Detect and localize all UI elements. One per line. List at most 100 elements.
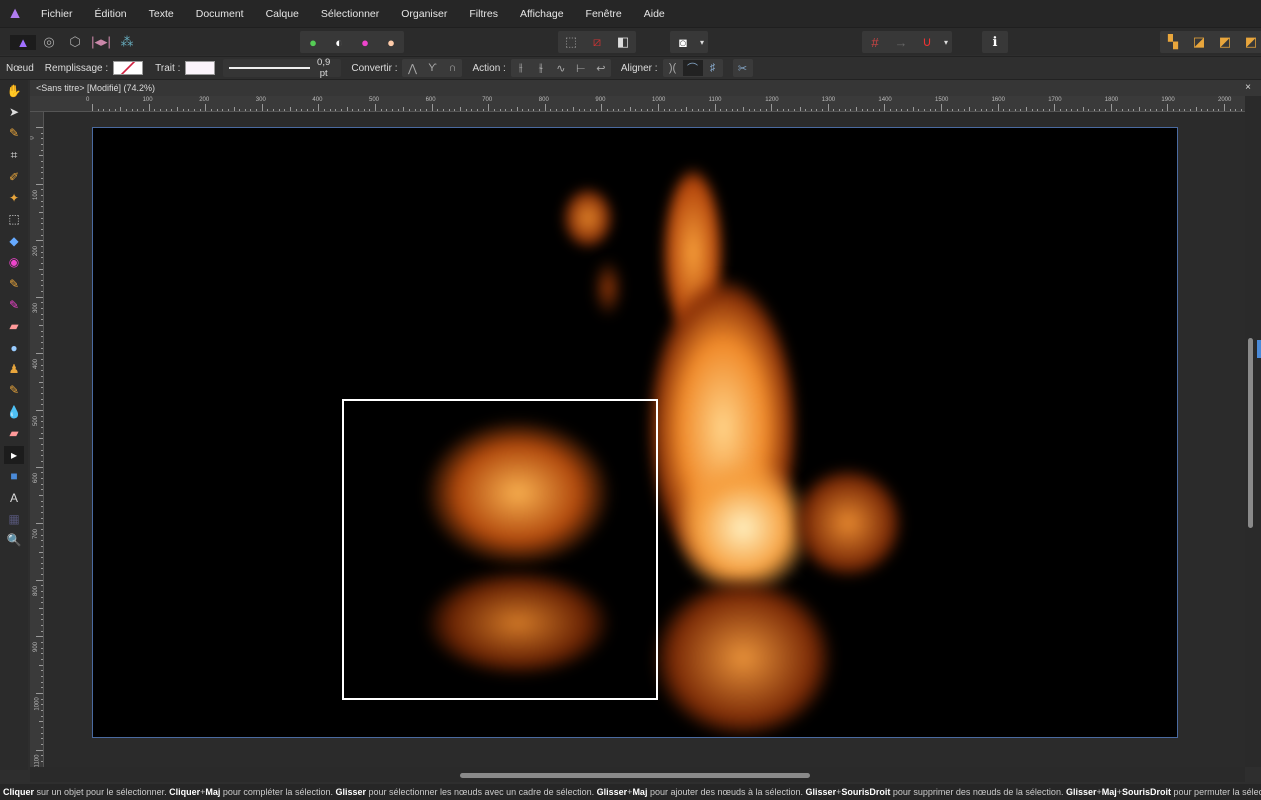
smooth-icon[interactable]: ϒ <box>422 62 442 74</box>
erase-brush-icon[interactable]: ▰ <box>4 317 24 335</box>
horizontal-scroll-thumb[interactable] <box>460 773 810 778</box>
invert-selection-icon[interactable]: ◧ <box>610 34 636 50</box>
reverse-curve-icon[interactable]: ↩ <box>591 62 611 75</box>
ruler-tick <box>1093 109 1095 111</box>
move-to-back-icon[interactable]: ▚ <box>1160 34 1186 50</box>
quick-mask-icon[interactable]: ◙ <box>670 35 696 50</box>
tone-mapping-persona-icon[interactable]: |◂▸| <box>88 34 114 50</box>
ruler-tick <box>737 109 739 111</box>
ruler-tick <box>131 109 133 111</box>
menu-fichier[interactable]: Fichier <box>30 8 84 20</box>
status-key: Cliquer <box>3 787 35 797</box>
flood-select-icon[interactable]: ✦ <box>4 189 24 207</box>
ruler-tick <box>1218 109 1220 111</box>
ruler-label: 1400 <box>878 97 892 103</box>
menu-edition[interactable]: Édition <box>84 8 138 20</box>
move-tool-icon[interactable]: ➤ <box>4 103 24 121</box>
clone-tool-icon[interactable]: ♟ <box>4 360 24 378</box>
selection-brush-icon[interactable]: ✐ <box>4 168 24 186</box>
black-white-icon[interactable]: ◐ <box>326 35 352 50</box>
ruler-tick <box>754 109 756 111</box>
close-curve-icon[interactable]: ⫳ <box>531 62 551 75</box>
ruler-tick <box>41 653 43 655</box>
snap-handles-icon[interactable]: ♯ <box>703 62 723 74</box>
magnet-icon[interactable]: ∪ <box>914 34 940 50</box>
node-tool-icon[interactable]: ▸ <box>4 446 24 464</box>
ruler-tick <box>256 109 258 111</box>
zoom-tool-icon[interactable]: 🔍 <box>4 531 24 549</box>
dodge-tool-icon[interactable]: ● <box>4 339 24 357</box>
deselect-icon[interactable]: ⧄ <box>584 34 610 50</box>
ruler-tick <box>41 149 43 151</box>
ruler-tick <box>41 602 43 604</box>
rectangle-tool-icon[interactable]: ■ <box>4 467 24 485</box>
menu-affichage[interactable]: Affichage <box>509 8 575 20</box>
vertical-scroll-thumb[interactable] <box>1248 338 1253 528</box>
move-forward-icon[interactable]: ◩ <box>1212 34 1238 50</box>
close-icon[interactable]: × <box>1245 82 1251 93</box>
ruler-tick <box>454 109 456 111</box>
ruler-tick <box>41 398 43 400</box>
ruler-tick <box>267 109 269 111</box>
document-tab[interactable]: <Sans titre> [Modifié] (74.2%) × <box>30 80 1261 96</box>
levels-icon[interactable]: ● <box>300 35 326 50</box>
sharp-icon[interactable]: ⋀ <box>402 62 422 75</box>
hsl-icon[interactable]: ● <box>352 35 378 50</box>
status-text: pour permuter la sélection. <box>1173 787 1261 797</box>
photo-persona-icon[interactable]: ▲ <box>10 34 36 50</box>
menu-organiser[interactable]: Organiser <box>390 8 458 20</box>
red-eye-icon[interactable]: ▰ <box>4 424 24 442</box>
menu-fenetre[interactable]: Fenêtre <box>575 8 633 20</box>
menu-document[interactable]: Document <box>185 8 255 20</box>
color-replace-icon[interactable]: ✎ <box>4 296 24 314</box>
stroke-swatch[interactable] <box>185 61 216 75</box>
smooth-curve-icon[interactable]: ∿ <box>551 62 571 75</box>
fill-swatch[interactable] <box>113 61 144 75</box>
text-tool-icon[interactable]: A <box>4 489 24 507</box>
menu-aide[interactable]: Aide <box>633 8 676 20</box>
chevron-down-icon[interactable]: ▾ <box>940 38 952 47</box>
ruler-label: 900 <box>595 97 606 103</box>
ruler-tick <box>810 109 812 111</box>
smart-icon[interactable]: ∩ <box>442 62 462 74</box>
move-back-icon[interactable]: ◪ <box>1186 34 1212 50</box>
menu-selectionner[interactable]: Sélectionner <box>310 8 390 20</box>
export-persona-icon[interactable]: ⁂ <box>114 34 140 50</box>
crop-tool-icon[interactable]: ⌗ <box>4 146 24 164</box>
mode-label: Nœud <box>6 62 34 74</box>
stroke-width-slider[interactable]: 0,9 pt <box>223 57 342 79</box>
transform-mode-icon[interactable]: ⌒ <box>682 60 703 76</box>
hand-tool-icon[interactable]: ✋ <box>4 82 24 100</box>
inpainting-icon[interactable]: ✎ <box>4 381 24 399</box>
ruler-tick <box>239 109 241 111</box>
gradient-tool-icon[interactable]: ◉ <box>4 253 24 271</box>
menu-texte[interactable]: Texte <box>138 8 185 20</box>
ruler-label: 1800 <box>1104 97 1119 103</box>
join-curves-icon[interactable]: ⊢ <box>571 62 591 75</box>
move-to-front-icon[interactable]: ◩ <box>1238 34 1261 50</box>
selected-rectangle-shape[interactable] <box>342 399 658 700</box>
paint-brush-icon[interactable]: ✎ <box>4 275 24 293</box>
fill-tool-icon[interactable]: ◆ <box>4 232 24 250</box>
info-icon[interactable]: ℹ <box>982 34 1008 50</box>
ruler-tick <box>601 104 603 111</box>
white-balance-icon[interactable]: ● <box>378 35 404 50</box>
cut-curve-icon[interactable]: ✂ <box>733 62 753 75</box>
grid-icon[interactable]: # <box>862 35 888 50</box>
mesh-warp-icon[interactable]: ▦ <box>4 510 24 528</box>
snap-line-icon[interactable]: → <box>888 35 914 50</box>
blur-brush-icon[interactable]: 💧 <box>4 403 24 421</box>
chevron-down-icon[interactable]: ▾ <box>696 38 708 47</box>
menu-calque[interactable]: Calque <box>255 8 310 20</box>
align-handles-icon[interactable]: )( <box>663 62 683 74</box>
ruler-label: 400 <box>312 97 323 103</box>
develop-persona-icon[interactable]: ⬡ <box>62 34 88 50</box>
color-picker-icon[interactable]: ✎ <box>4 124 24 142</box>
select-all-icon[interactable]: ⬚ <box>558 34 584 50</box>
break-curve-icon[interactable]: ⫲ <box>511 62 531 75</box>
marquee-tool-icon[interactable]: ⬚ <box>4 210 24 228</box>
ruler-tick <box>41 336 43 338</box>
ruler-tick <box>1020 109 1022 111</box>
liquify-persona-icon[interactable]: ◎ <box>36 34 62 50</box>
menu-filtres[interactable]: Filtres <box>458 8 509 20</box>
